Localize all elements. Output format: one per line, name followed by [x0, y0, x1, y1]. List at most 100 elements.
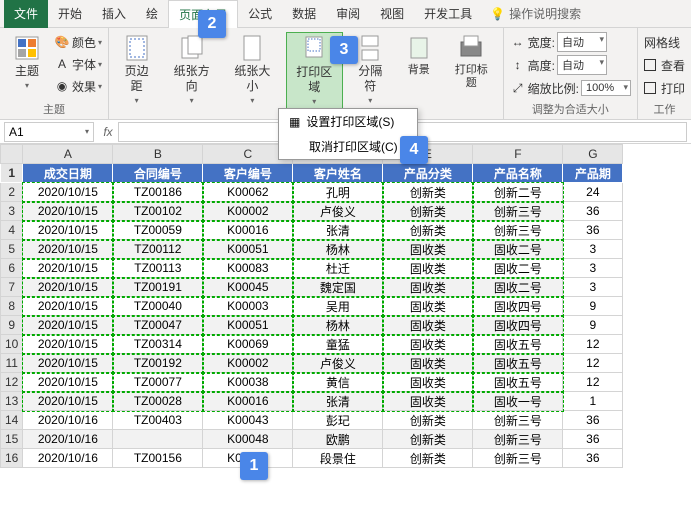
- cell[interactable]: TZ00314: [113, 335, 203, 354]
- cell[interactable]: 2020/10/15: [23, 259, 113, 278]
- cell[interactable]: 杨林: [293, 316, 383, 335]
- col-header[interactable]: G: [563, 145, 623, 164]
- size-button[interactable]: 纸张大小▾: [225, 32, 280, 110]
- effects-button[interactable]: ◉效果▾: [54, 76, 102, 96]
- cell[interactable]: 2020/10/15: [23, 202, 113, 221]
- cell[interactable]: 固收二号: [473, 240, 563, 259]
- cell[interactable]: 2020/10/15: [23, 316, 113, 335]
- cell[interactable]: 2020/10/16: [23, 449, 113, 468]
- cell[interactable]: 创新类: [383, 430, 473, 449]
- view-checkbox[interactable]: 查看: [644, 55, 685, 75]
- cell[interactable]: 创新类: [383, 449, 473, 468]
- scale-control[interactable]: ⤢缩放比例: 100%: [510, 78, 631, 98]
- cell[interactable]: K00051: [203, 316, 293, 335]
- cell[interactable]: 固收类: [383, 259, 473, 278]
- cell[interactable]: 2020/10/16: [23, 411, 113, 430]
- tab-insert[interactable]: 插入: [92, 0, 136, 28]
- tab-view[interactable]: 视图: [370, 0, 414, 28]
- cell[interactable]: 固收类: [383, 297, 473, 316]
- cell[interactable]: K00002: [203, 354, 293, 373]
- themes-button[interactable]: 主题▾: [6, 32, 48, 94]
- cell[interactable]: 固收二号: [473, 278, 563, 297]
- cell[interactable]: 固收五号: [473, 335, 563, 354]
- cell[interactable]: 创新类: [383, 202, 473, 221]
- cell[interactable]: 固收类: [383, 354, 473, 373]
- colors-button[interactable]: 🎨颜色▾: [54, 32, 102, 52]
- cell[interactable]: 36: [563, 449, 623, 468]
- cell[interactable]: 杨林: [293, 240, 383, 259]
- cell[interactable]: 3: [563, 278, 623, 297]
- cell[interactable]: TZ00059: [113, 221, 203, 240]
- orientation-button[interactable]: 纸张方向▾: [164, 32, 219, 110]
- tab-developer[interactable]: 开发工具: [414, 0, 482, 28]
- cell[interactable]: [113, 430, 203, 449]
- tab-home[interactable]: 开始: [48, 0, 92, 28]
- cell[interactable]: 段景住: [293, 449, 383, 468]
- cell[interactable]: 卢俊义: [293, 202, 383, 221]
- cell[interactable]: K00016: [203, 392, 293, 411]
- cell[interactable]: 9: [563, 297, 623, 316]
- cell[interactable]: TZ00077: [113, 373, 203, 392]
- width-control[interactable]: ↔宽度: 自动: [510, 32, 631, 52]
- cell[interactable]: 12: [563, 354, 623, 373]
- cell[interactable]: 固收类: [383, 335, 473, 354]
- cell[interactable]: 固收一号: [473, 392, 563, 411]
- cell[interactable]: 张清: [293, 221, 383, 240]
- tab-review[interactable]: 审阅: [326, 0, 370, 28]
- col-header[interactable]: B: [113, 145, 203, 164]
- row-header[interactable]: 13: [1, 392, 23, 411]
- row-header[interactable]: 12: [1, 373, 23, 392]
- row-header[interactable]: 14: [1, 411, 23, 430]
- cell[interactable]: K00043: [203, 411, 293, 430]
- cell[interactable]: 2020/10/15: [23, 335, 113, 354]
- cell[interactable]: K00069: [203, 335, 293, 354]
- cell[interactable]: 固收二号: [473, 259, 563, 278]
- background-button[interactable]: 背景: [398, 32, 440, 79]
- cell[interactable]: 2020/10/15: [23, 221, 113, 240]
- cell[interactable]: K00045: [203, 278, 293, 297]
- cell[interactable]: 36: [563, 221, 623, 240]
- cell[interactable]: TZ00186: [113, 183, 203, 202]
- row-header[interactable]: 8: [1, 297, 23, 316]
- cell[interactable]: 创新类: [383, 221, 473, 240]
- clear-print-area-item[interactable]: 取消打印区域(C): [279, 134, 417, 159]
- cell[interactable]: K00051: [203, 240, 293, 259]
- cell[interactable]: 24: [563, 183, 623, 202]
- cell[interactable]: 创新二号: [473, 183, 563, 202]
- cell[interactable]: 2020/10/15: [23, 297, 113, 316]
- cell[interactable]: 固收类: [383, 392, 473, 411]
- margins-button[interactable]: 页边距▾: [115, 32, 158, 110]
- row-header[interactable]: 5: [1, 240, 23, 259]
- tab-data[interactable]: 数据: [282, 0, 326, 28]
- cell[interactable]: TZ00112: [113, 240, 203, 259]
- cell[interactable]: 36: [563, 430, 623, 449]
- row-header[interactable]: 6: [1, 259, 23, 278]
- row-header[interactable]: 7: [1, 278, 23, 297]
- cell[interactable]: 固收四号: [473, 297, 563, 316]
- cell[interactable]: 卢俊义: [293, 354, 383, 373]
- cell[interactable]: 固收四号: [473, 316, 563, 335]
- cell[interactable]: 固收类: [383, 278, 473, 297]
- cell[interactable]: TZ00102: [113, 202, 203, 221]
- name-box[interactable]: A1▾: [4, 122, 94, 142]
- cell[interactable]: TZ00028: [113, 392, 203, 411]
- print-titles-button[interactable]: 打印标题: [446, 32, 497, 92]
- cell[interactable]: TZ00192: [113, 354, 203, 373]
- cell[interactable]: 创新三号: [473, 449, 563, 468]
- row-header[interactable]: 3: [1, 202, 23, 221]
- cell[interactable]: 吴用: [293, 297, 383, 316]
- cell[interactable]: K00083: [203, 259, 293, 278]
- cell[interactable]: 12: [563, 373, 623, 392]
- worksheet-grid[interactable]: ABCDEFG1成交日期合同编号客户编号客户姓名产品分类产品名称产品期22020…: [0, 144, 691, 468]
- cell[interactable]: 2020/10/15: [23, 240, 113, 259]
- cell[interactable]: TZ00047: [113, 316, 203, 335]
- cell[interactable]: 3: [563, 240, 623, 259]
- cell[interactable]: 2020/10/15: [23, 278, 113, 297]
- cell[interactable]: 2020/10/15: [23, 354, 113, 373]
- cell[interactable]: 固收类: [383, 240, 473, 259]
- cell[interactable]: TZ00403: [113, 411, 203, 430]
- cell[interactable]: 2020/10/15: [23, 392, 113, 411]
- cell[interactable]: 创新类: [383, 411, 473, 430]
- cell[interactable]: 固收类: [383, 373, 473, 392]
- cell[interactable]: TZ00191: [113, 278, 203, 297]
